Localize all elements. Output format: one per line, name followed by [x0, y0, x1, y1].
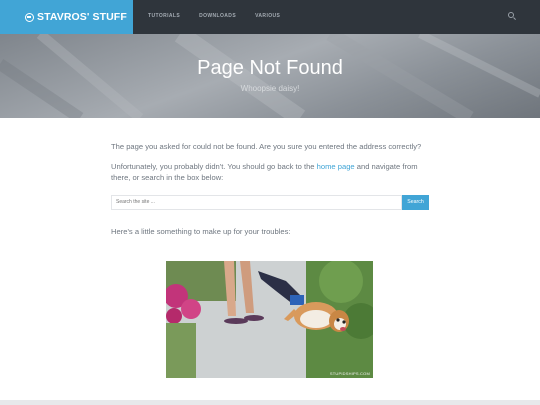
image-watermark: STUPIDSHIPS.COM	[329, 371, 370, 376]
nav-various[interactable]: VARIOUS	[255, 13, 280, 19]
corgi-photo	[166, 261, 373, 378]
logo-icon	[25, 12, 34, 22]
consolation-message: Here's a little something to make up for…	[111, 226, 291, 236]
brand-title: STAVROS' STUFF	[37, 11, 127, 23]
brand-logo[interactable]: STAVROS' STUFF	[0, 0, 133, 34]
not-found-message: The page you asked for could not be foun…	[111, 142, 422, 151]
page-subtitle: Whoopsie daisy!	[240, 84, 300, 93]
suggestion-text-before: Unfortunately, you probably didn't. You …	[111, 161, 317, 171]
top-navbar: STAVROS' STUFF TUTORIALS DOWNLOADS VARIO…	[0, 0, 540, 34]
main-content: The page you asked for could not be foun…	[111, 141, 429, 245]
suggestion-message: Unfortunately, you probably didn't. You …	[111, 161, 429, 184]
search-input[interactable]	[111, 194, 402, 210]
search-icon[interactable]	[508, 12, 514, 18]
page-title: Page Not Found	[197, 57, 343, 79]
home-page-link[interactable]: home page	[317, 162, 355, 171]
footer-strip	[0, 400, 540, 405]
main-nav: TUTORIALS DOWNLOADS VARIOUS	[148, 13, 299, 19]
nav-tutorials[interactable]: TUTORIALS	[148, 13, 180, 19]
search-button[interactable]: Search	[402, 194, 429, 210]
site-search-form: Search	[111, 194, 429, 210]
consolation-image: STUPIDSHIPS.COM	[166, 261, 373, 378]
nav-downloads[interactable]: DOWNLOADS	[199, 13, 236, 19]
hero-banner: Page Not Found Whoopsie daisy!	[0, 34, 540, 118]
